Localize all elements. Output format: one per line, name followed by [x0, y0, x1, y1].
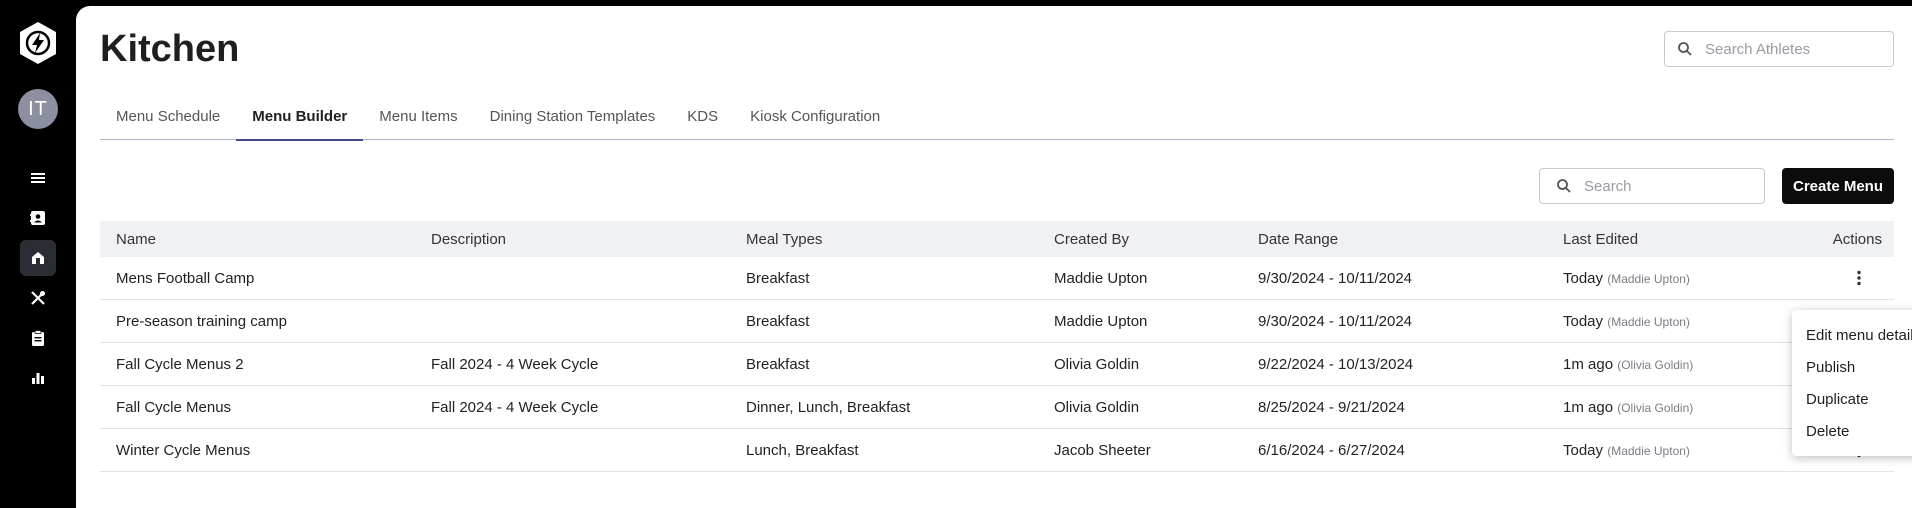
cell-name: Winter Cycle Menus — [116, 441, 251, 459]
column-header[interactable]: Last Edited — [1547, 231, 1794, 248]
avatar[interactable]: IT — [18, 89, 58, 129]
cell-name: Fall Cycle Menus — [116, 398, 232, 416]
cell-meal-types: Breakfast — [746, 312, 810, 330]
last-edited-by: (Maddie Upton) — [1607, 314, 1690, 329]
menu-item-duplicate[interactable]: Duplicate — [1792, 383, 1912, 415]
cell-last-edited: Today (Maddie Upton) — [1547, 270, 1794, 287]
search-icon — [1678, 42, 1692, 56]
menus-table: Name Description Meal Types Created By D… — [100, 221, 1894, 472]
last-edited-time: 1m ago — [1563, 355, 1614, 373]
main-panel: Kitchen Menu Schedule Menu Builder Menu … — [76, 6, 1912, 508]
cell-date-range: 9/22/2024 - 10/13/2024 — [1258, 355, 1414, 373]
cell-created-by: Olivia Goldin — [1054, 355, 1140, 373]
cell-date-range: 8/25/2024 - 9/21/2024 — [1258, 398, 1405, 416]
menu-item-publish[interactable]: Publish — [1792, 351, 1912, 383]
cell-meal-types: Breakfast — [746, 355, 810, 373]
table-row[interactable]: Pre-season training camp Breakfast Maddi… — [100, 300, 1894, 343]
last-edited-time: Today — [1563, 441, 1604, 459]
cell-meal-types: Lunch, Breakfast — [746, 441, 859, 459]
tab-dining-station-templates[interactable]: Dining Station Templates — [474, 92, 672, 140]
cell-created-by: Olivia Goldin — [1054, 398, 1140, 416]
cell-last-edited: Today (Maddie Upton) — [1547, 313, 1794, 330]
search-icon — [1557, 179, 1571, 193]
tab-menu-items[interactable]: Menu Items — [363, 92, 473, 140]
last-edited-by: (Olivia Goldin) — [1617, 400, 1694, 415]
menu-item-edit-menu-details[interactable]: Edit menu details — [1792, 319, 1912, 351]
utensils-icon[interactable] — [20, 280, 56, 316]
contact-card-icon[interactable] — [20, 200, 56, 236]
last-edited-time: Today — [1563, 312, 1604, 330]
cell-name: Fall Cycle Menus 2 — [116, 355, 244, 373]
cell-meal-types: Breakfast — [746, 269, 810, 287]
menu-search-input[interactable] — [1584, 177, 1754, 195]
clipboard-icon[interactable] — [20, 320, 56, 356]
cell-date-range: 9/30/2024 - 10/11/2024 — [1258, 269, 1413, 287]
bar-chart-icon[interactable] — [20, 360, 56, 396]
last-edited-by: (Maddie Upton) — [1607, 443, 1690, 458]
cell-name: Pre-season training camp — [116, 312, 287, 330]
last-edited-time: Today — [1563, 269, 1604, 287]
cell-created-by: Maddie Upton — [1054, 269, 1148, 287]
athlete-search-input[interactable] — [1705, 40, 1875, 58]
create-menu-button[interactable]: Create Menu — [1782, 168, 1894, 204]
cell-created-by: Maddie Upton — [1054, 312, 1148, 330]
table-row[interactable]: Fall Cycle Menus Fall 2024 - 4 Week Cycl… — [100, 386, 1894, 429]
last-edited-by: (Maddie Upton) — [1607, 271, 1690, 286]
tab-menu-builder[interactable]: Menu Builder — [236, 92, 364, 141]
last-edited-time: 1m ago — [1563, 398, 1614, 416]
tab-menu-schedule[interactable]: Menu Schedule — [100, 92, 236, 140]
column-header[interactable]: Created By — [1038, 231, 1242, 248]
cell-description: Fall 2024 - 4 Week Cycle — [431, 355, 599, 373]
menu-item-delete[interactable]: Delete — [1792, 415, 1912, 447]
column-header: Actions — [1832, 230, 1882, 248]
cell-name: Mens Football Camp — [116, 269, 255, 287]
cell-last-edited: Today (Maddie Upton) — [1547, 442, 1794, 459]
cell-description: Fall 2024 - 4 Week Cycle — [431, 398, 599, 416]
cell-date-range: 9/30/2024 - 10/11/2024 — [1258, 312, 1413, 330]
tab-bar: Menu Schedule Menu Builder Menu Items Di… — [100, 92, 1894, 141]
column-header[interactable]: Description — [415, 231, 730, 248]
table-row[interactable]: Mens Football Camp Breakfast Maddie Upto… — [100, 257, 1894, 300]
more-vertical-icon[interactable] — [1847, 266, 1871, 290]
cell-created-by: Jacob Sheeter — [1054, 441, 1151, 459]
table-row[interactable]: Fall Cycle Menus 2 Fall 2024 - 4 Week Cy… — [100, 343, 1894, 386]
cell-last-edited: 1m ago (Olivia Goldin) — [1547, 356, 1794, 373]
athlete-search-field[interactable] — [1664, 31, 1894, 67]
last-edited-by: (Olivia Goldin) — [1617, 357, 1694, 372]
cell-actions — [1794, 266, 1894, 290]
tab-kiosk-configuration[interactable]: Kiosk Configuration — [734, 92, 896, 140]
column-header[interactable]: Date Range — [1242, 231, 1547, 248]
row-actions-menu: Edit menu details Publish Duplicate Dele… — [1792, 310, 1912, 456]
sidebar: IT — [0, 0, 76, 508]
kitchen-icon[interactable] — [20, 240, 56, 276]
menu-lines-icon[interactable] — [20, 160, 56, 196]
cell-date-range: 6/16/2024 - 6/27/2024 — [1258, 441, 1405, 459]
table-row[interactable]: Winter Cycle Menus Lunch, Breakfast Jaco… — [100, 429, 1894, 472]
tab-kds[interactable]: KDS — [671, 92, 734, 140]
cell-meal-types: Dinner, Lunch, Breakfast — [746, 398, 911, 416]
page-title: Kitchen — [100, 28, 240, 70]
table-header: Name Description Meal Types Created By D… — [100, 221, 1894, 257]
column-header[interactable]: Meal Types — [730, 231, 1038, 248]
column-header[interactable]: Name — [100, 231, 415, 248]
bolt-logo-icon[interactable] — [18, 21, 58, 65]
menu-search-field[interactable] — [1539, 168, 1765, 204]
cell-last-edited: 1m ago (Olivia Goldin) — [1547, 399, 1794, 416]
